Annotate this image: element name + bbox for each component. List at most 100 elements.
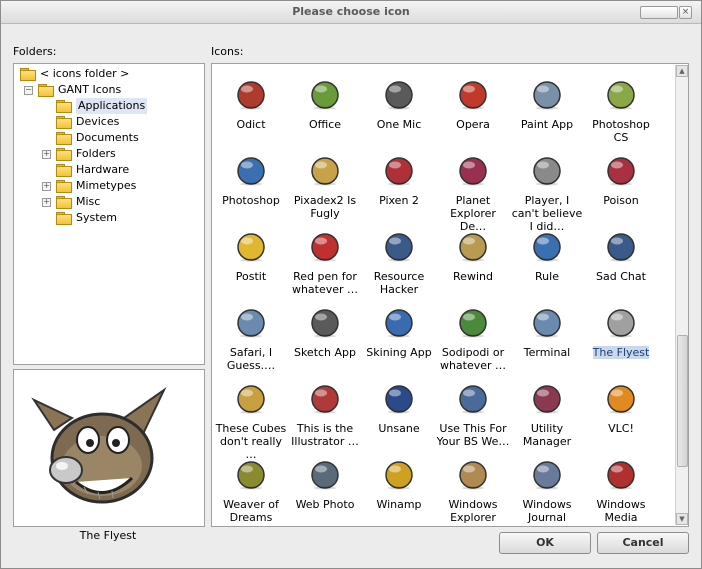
tree-item[interactable]: Documents bbox=[14, 130, 202, 146]
icon-label-text: Paint App bbox=[520, 118, 574, 131]
icon-item[interactable]: Terminal bbox=[510, 306, 584, 382]
icon-item[interactable]: Resource Hacker bbox=[362, 230, 436, 306]
icon-label-text: Web Photo bbox=[295, 498, 355, 511]
icon-item[interactable]: Windows Media bbox=[584, 458, 658, 526]
scroll-down-icon[interactable]: ▼ bbox=[676, 513, 688, 525]
tree-item[interactable]: + Folders bbox=[14, 146, 202, 162]
icon-label-text: Safari, I Guess.… bbox=[226, 346, 276, 372]
expand-icon[interactable]: + bbox=[42, 198, 51, 207]
tree-item[interactable]: Devices bbox=[14, 114, 202, 130]
icon-label: Red pen for whatever … bbox=[288, 270, 362, 296]
icon-item[interactable]: Sad Chat bbox=[584, 230, 658, 306]
icon-item[interactable]: This is the Illustrator … bbox=[288, 382, 362, 458]
app-icon bbox=[533, 309, 561, 338]
close-icon[interactable]: × bbox=[679, 6, 692, 19]
icon-item[interactable]: Winamp bbox=[362, 458, 436, 526]
expand-icon[interactable]: + bbox=[42, 182, 51, 191]
scrollbar-thumb[interactable] bbox=[677, 335, 688, 467]
icon-item[interactable]: Skining App bbox=[362, 306, 436, 382]
icon-label-text: The Flyest bbox=[592, 346, 650, 359]
folder-tree[interactable]: < icons folder > − GANT Icons Applications D… bbox=[13, 63, 205, 365]
icon-item[interactable]: Odict bbox=[214, 78, 288, 154]
icon-item[interactable]: Sodipodi or whatever … bbox=[436, 306, 510, 382]
icon-label: Weaver of Dreams bbox=[214, 498, 288, 524]
icon-label: Sodipodi or whatever … bbox=[436, 346, 510, 372]
icon-label-text: Sad Chat bbox=[596, 270, 646, 283]
app-icon bbox=[311, 309, 339, 338]
icon-item[interactable]: Web Photo bbox=[288, 458, 362, 526]
icons-label: Icons: bbox=[211, 45, 244, 58]
icon-item[interactable]: Red pen for whatever … bbox=[288, 230, 362, 306]
collapse-icon[interactable]: − bbox=[24, 86, 33, 95]
tree-item-label: System bbox=[76, 211, 118, 224]
tree-item-label: Documents bbox=[76, 131, 139, 144]
icon-item[interactable]: Planet Explorer De… bbox=[436, 154, 510, 233]
icon-label-text: Unsane bbox=[378, 422, 420, 435]
icon-item[interactable]: Pixen 2 bbox=[362, 154, 436, 230]
tree-item[interactable]: Applications bbox=[14, 98, 202, 114]
icon-item[interactable]: Weaver of Dreams bbox=[214, 458, 288, 526]
tree-item[interactable]: + Misc bbox=[14, 194, 202, 210]
icon-item[interactable]: One Mic bbox=[362, 78, 436, 154]
ok-button[interactable]: OK bbox=[499, 532, 591, 554]
tree-item[interactable]: Hardware bbox=[14, 162, 202, 178]
icon-item[interactable]: Windows Journal Viewer bbox=[510, 458, 584, 526]
tree-item[interactable]: − GANT Icons bbox=[14, 82, 202, 98]
tree-item-label: Mimetypes bbox=[76, 179, 137, 192]
icon-item[interactable]: VLC! bbox=[584, 382, 658, 458]
expand-icon[interactable]: + bbox=[42, 150, 51, 159]
icon-item[interactable]: Paint App bbox=[510, 78, 584, 154]
icon-label-text: Terminal bbox=[523, 346, 571, 359]
icon-label: Windows Journal Viewer bbox=[510, 498, 584, 526]
icon-item[interactable]: Windows Explorer bbox=[436, 458, 510, 526]
app-icon bbox=[385, 157, 413, 186]
icon-item[interactable]: Postit bbox=[214, 230, 288, 306]
icon-item[interactable]: Office bbox=[288, 78, 362, 154]
icon-grid-scrollbar[interactable]: ▲ ▼ bbox=[675, 65, 688, 525]
icon-label: Sketch App bbox=[288, 346, 362, 359]
icon-label-text: Photoshop bbox=[222, 194, 280, 207]
icon-item[interactable]: Rewind bbox=[436, 230, 510, 306]
tree-item[interactable]: + Mimetypes bbox=[14, 178, 202, 194]
icon-item[interactable]: Poison bbox=[584, 154, 658, 230]
icon-item[interactable]: Player, I can't believe I did… bbox=[510, 154, 584, 233]
icon-item[interactable]: Photoshop bbox=[214, 154, 288, 230]
icon-label: Skining App bbox=[362, 346, 436, 359]
icon-label: Winamp bbox=[362, 498, 436, 511]
icon-item[interactable]: Sketch App bbox=[288, 306, 362, 382]
app-icon bbox=[311, 81, 339, 110]
tree-item[interactable]: System bbox=[14, 210, 202, 226]
icon-item[interactable]: Safari, I Guess.… bbox=[214, 306, 288, 382]
app-icon bbox=[385, 233, 413, 262]
icon-label: Postit bbox=[214, 270, 288, 283]
icon-item[interactable]: Pixadex2 Is Fugly bbox=[288, 154, 362, 230]
icon-label: Use This For Your BS We… bbox=[436, 422, 510, 448]
icon-label-text: One Mic bbox=[376, 118, 422, 131]
icon-item[interactable]: Opera bbox=[436, 78, 510, 154]
icon-label-text: Windows Explorer bbox=[448, 498, 498, 524]
titlebar-blank-button[interactable] bbox=[640, 6, 678, 19]
app-icon bbox=[607, 81, 635, 110]
cancel-button[interactable]: Cancel bbox=[597, 532, 689, 554]
tree-item[interactable]: < icons folder > bbox=[14, 66, 202, 82]
icon-label-text: Winamp bbox=[376, 498, 422, 511]
scroll-up-icon[interactable]: ▲ bbox=[676, 65, 688, 77]
icon-item[interactable]: Use This For Your BS We… bbox=[436, 382, 510, 458]
app-icon bbox=[533, 233, 561, 262]
tree-item-label: Misc bbox=[76, 195, 101, 208]
icon-label-text: Photoshop CS bbox=[592, 118, 650, 144]
icon-item[interactable]: These Cubes don't really … bbox=[214, 382, 288, 461]
icon-label: Odict bbox=[214, 118, 288, 131]
icon-label-text: Pixen 2 bbox=[379, 194, 419, 207]
icon-item[interactable]: Photoshop CS bbox=[584, 78, 658, 154]
icon-item[interactable]: The Flyest bbox=[584, 306, 658, 382]
icon-label-text: Opera bbox=[456, 118, 490, 131]
icon-label: Resource Hacker bbox=[362, 270, 436, 296]
icon-item[interactable]: Unsane bbox=[362, 382, 436, 458]
app-icon bbox=[533, 81, 561, 110]
icon-item[interactable]: Utility Manager bbox=[510, 382, 584, 458]
icon-item[interactable]: Rule bbox=[510, 230, 584, 306]
app-icon bbox=[607, 461, 635, 490]
icon-label: Player, I can't believe I did… bbox=[510, 194, 584, 233]
icon-grid[interactable]: Odict Office One Mic Opera Paint App Photosho… bbox=[211, 63, 689, 527]
